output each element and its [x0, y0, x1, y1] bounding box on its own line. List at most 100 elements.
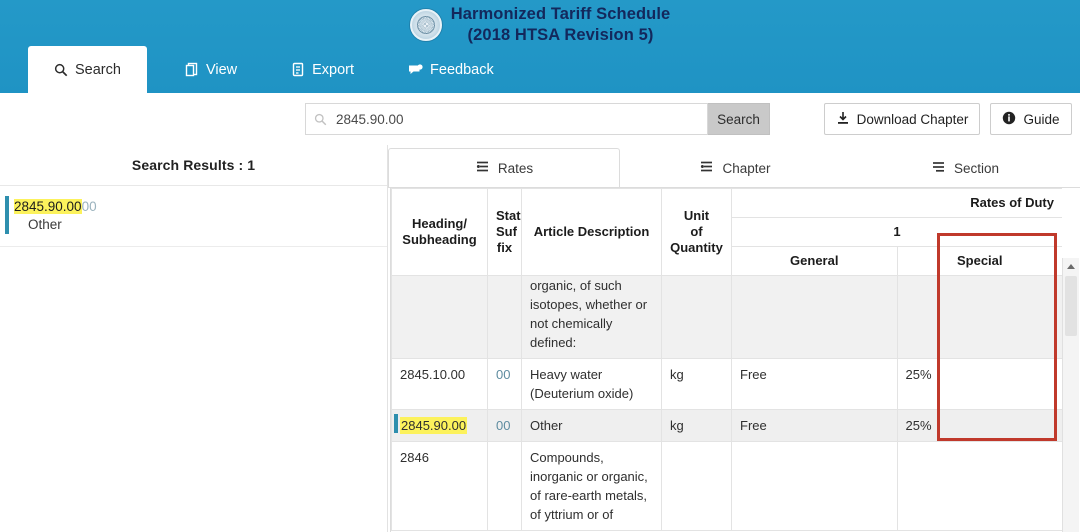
- col-rate-group: 1: [731, 217, 1062, 247]
- tab-chapter-label: Chapter: [722, 160, 771, 176]
- vertical-scrollbar[interactable]: [1062, 258, 1079, 532]
- export-icon: [291, 62, 305, 77]
- col-special: Special: [896, 246, 1062, 276]
- result-code: 2845.90.0000: [14, 198, 377, 215]
- tab-section-label: Section: [953, 160, 1000, 176]
- cell-heading: 2846: [391, 441, 488, 531]
- main-tabs: Search View Export Feedback: [0, 46, 1080, 93]
- header-row-1: Heading/ Subheading Stat Suf fix Article…: [391, 188, 1062, 276]
- table-row[interactable]: organic, of such isotopes, whether or no…: [391, 275, 1062, 359]
- app-header: Harmonized Tariff Schedule (2018 HTSA Re…: [0, 0, 1080, 93]
- tab-view[interactable]: View: [169, 46, 253, 93]
- cell-special: [896, 275, 1062, 359]
- cell-heading-highlight: 2845.90.00: [400, 417, 468, 434]
- col-stat-suffix: Stat Suf fix: [487, 188, 522, 276]
- government-seal-icon: [409, 9, 442, 41]
- guide-button[interactable]: Guide: [990, 103, 1072, 135]
- col-article-description: Article Description: [521, 188, 662, 276]
- table-row[interactable]: 2845.10.00 00 Heavy water (Deuterium oxi…: [391, 358, 1062, 410]
- tab-feedback-label: Feedback: [430, 61, 494, 78]
- search-results-count: Search Results : 1: [131, 157, 256, 173]
- cell-general: Free: [731, 409, 898, 442]
- search-button[interactable]: Search: [708, 103, 770, 135]
- tab-feedback[interactable]: Feedback: [392, 46, 510, 93]
- cell-heading: 2845.90.00: [391, 409, 488, 442]
- search-results-list: 2845.90.0000 Other: [0, 185, 387, 247]
- download-chapter-button[interactable]: Download Chapter: [824, 103, 980, 135]
- cell-heading: 2845.10.00: [391, 358, 488, 410]
- cell-unit: [661, 441, 732, 531]
- search-icon: [314, 113, 327, 126]
- col-stat-line2: Suf: [496, 224, 517, 239]
- title-line-1: Harmonized Tariff Schedule: [450, 5, 671, 23]
- page-title: Harmonized Tariff Schedule (2018 HTSA Re…: [451, 4, 671, 46]
- cell-stat: 00: [487, 358, 522, 410]
- col-unit-line1: Unit: [683, 208, 710, 223]
- search-toolbar: Search Download Chapter Guide: [0, 93, 1080, 145]
- col-stat-line3: fix: [496, 240, 513, 255]
- col-unit-of-quantity: Unit of Quantity: [661, 188, 732, 276]
- list-icon: [475, 160, 490, 176]
- search-result-item[interactable]: 2845.90.0000 Other: [0, 186, 387, 247]
- list-icon: [699, 160, 714, 176]
- info-icon: [1002, 111, 1016, 128]
- search-input[interactable]: [334, 110, 699, 128]
- tab-rates[interactable]: Rates: [388, 148, 620, 188]
- download-chapter-label: Download Chapter: [856, 111, 969, 127]
- tab-export-label: Export: [312, 61, 355, 78]
- cell-general: [731, 275, 898, 359]
- cell-description: Other: [521, 409, 662, 442]
- detail-panel: Rates Chapter Section Heading/ Subheadin…: [388, 145, 1080, 532]
- rates-table-scroll[interactable]: Heading/ Subheading Stat Suf fix Article…: [390, 188, 1062, 532]
- col-heading-line1: Heading/: [412, 216, 467, 231]
- tab-export[interactable]: Export: [275, 46, 370, 93]
- col-heading-line2: Subheading: [402, 232, 477, 247]
- cell-stat: [487, 275, 522, 359]
- cell-stat: 00: [487, 409, 522, 442]
- tab-search-label: Search: [75, 61, 121, 78]
- col-stat-line1: Stat: [496, 208, 521, 223]
- rates-table: Heading/ Subheading Stat Suf fix Article…: [391, 188, 1062, 531]
- cell-unit: kg: [661, 409, 732, 442]
- search-results-panel: Search Results : 1 2845.90.0000 Other: [0, 145, 388, 532]
- col-heading-subheading: Heading/ Subheading: [391, 188, 488, 276]
- tab-rates-label: Rates: [497, 160, 534, 176]
- search-input-wrapper[interactable]: [305, 103, 708, 135]
- col-unit-line3: Quantity: [670, 240, 723, 255]
- cell-unit: [661, 275, 732, 359]
- title-line-2: (2018 HTSA Revision 5): [467, 26, 654, 44]
- table-row-selected[interactable]: 2845.90.00 00 Other kg Free 25%: [391, 409, 1062, 442]
- tab-search[interactable]: Search: [28, 46, 147, 93]
- scroll-up-arrow-icon[interactable]: [1063, 258, 1079, 274]
- cell-description: Heavy water (Deuterium oxide): [521, 358, 662, 410]
- col-rates-of-duty: Rates of Duty: [731, 188, 1062, 218]
- cell-special: 25%: [896, 409, 1062, 442]
- col-general: General: [731, 246, 898, 276]
- detail-tabs: Rates Chapter Section: [388, 148, 1080, 188]
- tab-section[interactable]: Section: [850, 148, 1080, 188]
- cell-special: [896, 441, 1062, 531]
- rates-table-body: organic, of such isotopes, whether or no…: [391, 275, 1062, 531]
- cell-stat: [487, 441, 522, 531]
- cell-description: organic, of such isotopes, whether or no…: [521, 275, 662, 359]
- list-icon: [931, 160, 946, 176]
- cell-general: [731, 441, 898, 531]
- tab-view-label: View: [205, 61, 238, 78]
- tab-chapter[interactable]: Chapter: [620, 148, 850, 188]
- search-icon: [54, 63, 68, 77]
- table-row[interactable]: 2846 Compounds, inorganic or organic, of…: [391, 441, 1062, 531]
- result-code-tail: 00: [81, 199, 97, 214]
- cell-description: Compounds, inorganic or organic, of rare…: [521, 441, 662, 531]
- result-code-highlight: 2845.90.00: [14, 199, 82, 214]
- feedback-icon: [408, 63, 423, 77]
- result-description: Other: [28, 217, 62, 232]
- guide-label: Guide: [1023, 111, 1060, 127]
- col-unit-line2: of: [690, 224, 703, 239]
- cell-general: Free: [731, 358, 898, 410]
- scrollbar-thumb[interactable]: [1065, 276, 1077, 336]
- cell-special: 25%: [896, 358, 1062, 410]
- search-box: Search: [305, 103, 770, 135]
- document-icon: [185, 62, 199, 77]
- brand: Harmonized Tariff Schedule (2018 HTSA Re…: [0, 4, 1080, 46]
- download-icon: [836, 111, 850, 128]
